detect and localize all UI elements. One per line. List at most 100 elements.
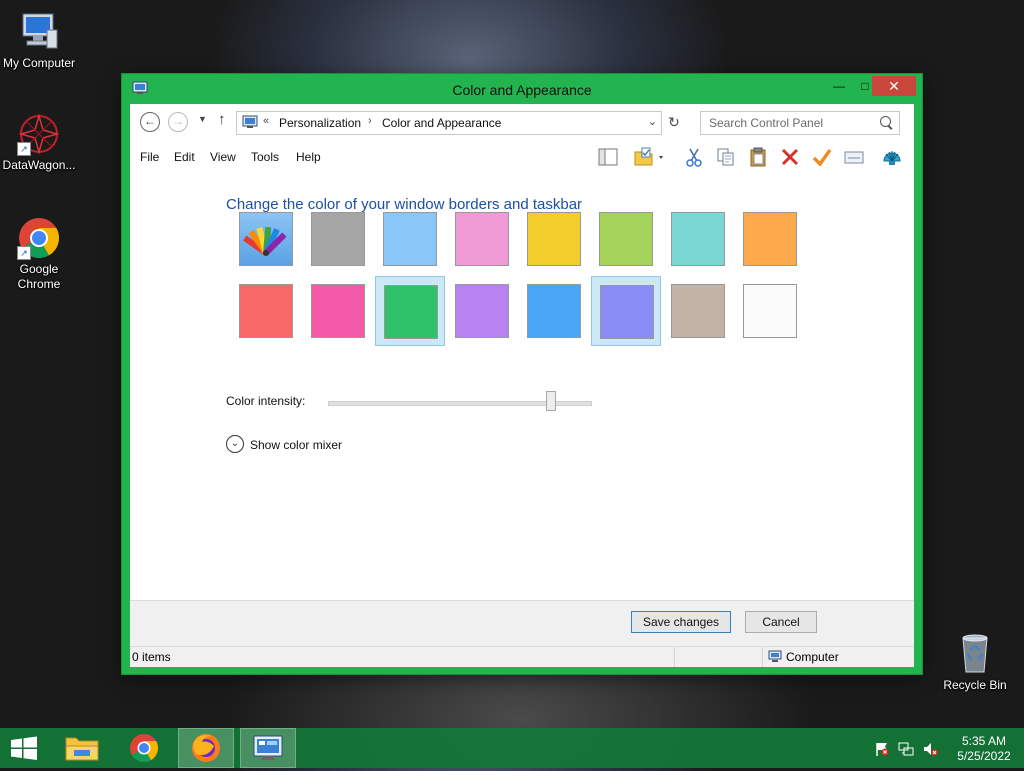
desktop-icon-label: DataWagon... — [2, 158, 76, 172]
minimize-button[interactable]: — — [826, 76, 852, 96]
color-swatch-fill[interactable] — [311, 212, 365, 266]
desktop-icon-label: Recycle Bin — [943, 678, 1007, 692]
window-client: ← → ▼ ↑ « Personalization › Color and Ap… — [130, 104, 914, 667]
color-swatch[interactable] — [447, 276, 517, 346]
action-center-flag-icon[interactable] — [874, 741, 890, 757]
search-placeholder: Search Control Panel — [709, 116, 824, 130]
file-explorer-taskbar-button[interactable] — [54, 728, 110, 768]
title-bar[interactable]: Color and Appearance — □ ✕ — [122, 74, 922, 104]
color-intensity-slider-thumb[interactable] — [545, 391, 556, 411]
color-swatch[interactable] — [303, 276, 373, 346]
color-swatch-fill[interactable] — [311, 284, 365, 338]
windows-start-icon — [11, 736, 37, 760]
close-button[interactable]: ✕ — [872, 76, 916, 96]
status-bar: 0 items Computer — [130, 646, 914, 667]
color-intensity-label: Color intensity: — [226, 394, 306, 408]
recycle-bin-icon — [953, 632, 997, 676]
color-appearance-window: Color and Appearance — □ ✕ ← → ▼ ↑ « Per… — [122, 74, 922, 674]
desktop-icon-datawagon[interactable]: ↗ DataWagon... — [1, 112, 77, 173]
color-swatch[interactable] — [591, 204, 661, 274]
color-swatch[interactable] — [375, 204, 445, 274]
menu-help[interactable]: Help — [296, 150, 321, 164]
folder-options-icon[interactable] — [634, 147, 666, 167]
back-button[interactable]: ← — [140, 112, 160, 132]
menu-edit[interactable]: Edit — [174, 150, 195, 164]
firefox-icon — [192, 734, 220, 762]
refresh-button[interactable]: ↻ — [664, 112, 684, 132]
color-swatch[interactable] — [447, 204, 517, 274]
chrome-icon: ↗ — [17, 216, 61, 260]
color-swatch-fill[interactable] — [743, 284, 797, 338]
desktop-icon-my-computer[interactable]: My Computer — [1, 10, 77, 71]
color-swatch[interactable] — [735, 276, 805, 346]
start-button[interactable] — [0, 728, 48, 768]
color-swatch-fill[interactable] — [527, 212, 581, 266]
color-swatch[interactable] — [303, 204, 373, 274]
desktop-icon-label: Google Chrome — [17, 262, 61, 291]
color-swatch[interactable] — [231, 276, 301, 346]
chevron-down-icon[interactable]: ⌄ — [226, 435, 244, 453]
desktop-icon-recycle-bin[interactable]: Recycle Bin — [937, 632, 1013, 693]
datawagon-icon: ↗ — [17, 112, 61, 156]
color-swatch-fill[interactable] — [383, 212, 437, 266]
color-swatch[interactable] — [591, 276, 661, 346]
clock-date: 5/25/2022 — [957, 749, 1011, 763]
color-swatch[interactable] — [519, 276, 589, 346]
color-swatch-fill[interactable] — [671, 212, 725, 266]
up-button[interactable]: ↑ — [218, 111, 226, 128]
color-palette-icon[interactable] — [239, 212, 293, 266]
forward-button[interactable]: → — [168, 112, 188, 132]
chrome-taskbar-button[interactable] — [116, 728, 172, 768]
menu-file[interactable]: File — [140, 150, 159, 164]
desktop-icon-label: My Computer — [2, 56, 76, 70]
color-swatch[interactable] — [663, 276, 733, 346]
layout-pane-icon[interactable] — [598, 147, 618, 167]
breadcrumb-color-appearance[interactable]: Color and Appearance — [382, 116, 501, 130]
delete-icon[interactable] — [780, 147, 800, 167]
navigation-bar: ← → ▼ ↑ « Personalization › Color and Ap… — [130, 104, 914, 142]
breadcrumb-separator[interactable]: › — [368, 115, 372, 127]
color-swatch-fill[interactable] — [599, 212, 653, 266]
menu-tools[interactable]: Tools — [251, 150, 279, 164]
color-swatch[interactable] — [375, 276, 445, 346]
control-panel-taskbar-button[interactable] — [240, 728, 296, 768]
cancel-button[interactable]: Cancel — [745, 611, 817, 633]
breadcrumb-personalization[interactable]: Personalization — [279, 116, 361, 130]
show-color-mixer-label[interactable]: Show color mixer — [250, 438, 342, 452]
color-swatch[interactable] — [519, 204, 589, 274]
copy-icon[interactable] — [716, 147, 736, 167]
paste-icon[interactable] — [748, 147, 768, 167]
taskbar: 5:35 AM 5/25/2022 — [0, 728, 1024, 768]
search-input[interactable]: Search Control Panel — [700, 111, 900, 135]
color-swatch-fill[interactable] — [384, 285, 438, 339]
color-swatch-fill[interactable] — [527, 284, 581, 338]
firefox-taskbar-button[interactable] — [178, 728, 234, 768]
color-swatch-fill[interactable] — [600, 285, 654, 339]
status-item-count: 0 items — [132, 650, 171, 664]
color-swatch[interactable] — [735, 204, 805, 274]
search-icon[interactable] — [880, 116, 891, 127]
color-swatch-fill[interactable] — [455, 284, 509, 338]
properties-icon[interactable] — [844, 147, 864, 167]
desktop-icon-google-chrome[interactable]: ↗ Google Chrome — [1, 216, 77, 292]
menu-view[interactable]: View — [210, 150, 236, 164]
shortcut-arrow-icon: ↗ — [17, 246, 31, 260]
volume-muted-icon[interactable] — [922, 741, 938, 757]
color-swatch[interactable] — [231, 204, 301, 274]
breadcrumb-overflow[interactable]: « — [263, 115, 269, 127]
shell-icon[interactable] — [882, 147, 902, 167]
recent-locations-dropdown[interactable]: ▼ — [198, 114, 207, 124]
color-swatch[interactable] — [663, 204, 733, 274]
color-swatch-fill[interactable] — [671, 284, 725, 338]
color-swatch-fill[interactable] — [743, 212, 797, 266]
check-icon[interactable] — [812, 147, 832, 167]
color-swatch-fill[interactable] — [239, 284, 293, 338]
address-bar[interactable]: « Personalization › Color and Appearance… — [236, 111, 662, 135]
menu-bar: File Edit View Tools Help — [130, 142, 914, 172]
address-dropdown-icon[interactable]: ⌄ — [648, 115, 657, 128]
network-icon[interactable] — [898, 741, 914, 757]
color-swatch-fill[interactable] — [455, 212, 509, 266]
cut-icon[interactable] — [684, 147, 704, 167]
save-changes-button[interactable]: Save changes — [631, 611, 731, 633]
system-clock[interactable]: 5:35 AM 5/25/2022 — [948, 734, 1020, 764]
